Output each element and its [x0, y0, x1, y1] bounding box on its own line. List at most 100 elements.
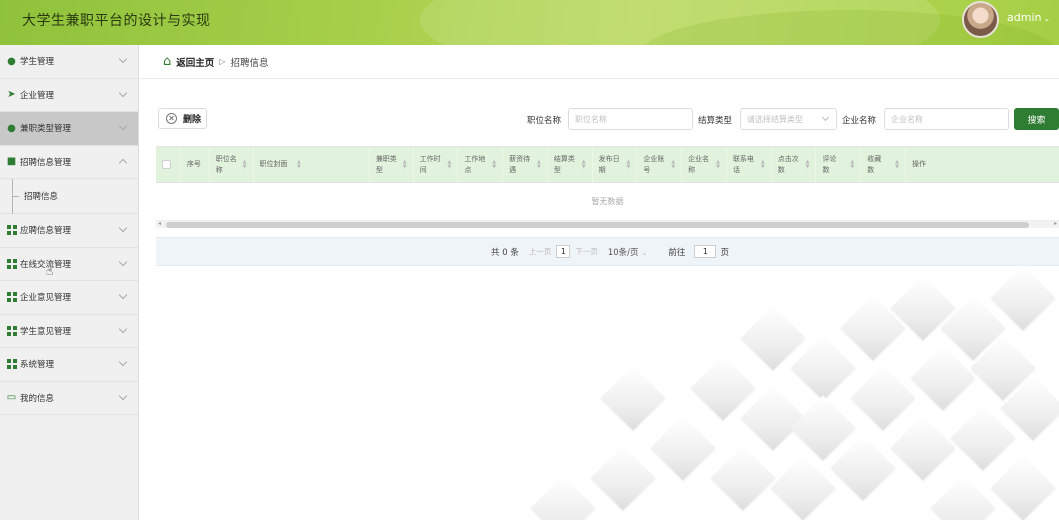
page-size-select[interactable]: 10条/页 ⌄ [608, 246, 648, 258]
paper-plane-icon: ➤ [7, 89, 16, 101]
sidebar-item-job-type[interactable]: ● 兼职类型管理 [0, 112, 138, 146]
job-name-placeholder: 职位名称 [575, 114, 607, 124]
column-header[interactable]: 企业账号 ▲ ▼ [637, 146, 683, 183]
column-header[interactable]: 兼职类型 ▲ ▼ [370, 146, 414, 183]
chevron-down-icon [118, 88, 128, 97]
column-label: 兼职类型 [375, 154, 397, 174]
column-header[interactable]: 工作地点 ▲ ▼ [458, 146, 504, 183]
chevron-down-icon: ⌄ [641, 248, 648, 257]
sidebar-item-recruit[interactable]: ■ 招聘信息管理 [0, 146, 138, 179]
leaf-icon: ● [7, 55, 16, 67]
column-header[interactable]: 联系电话 ▲ ▼ [727, 146, 772, 183]
column-label: 企业名称 [688, 154, 710, 174]
sort-icon[interactable]: ▲ ▼ [761, 159, 765, 170]
pagination-total: 共 0 条 [491, 247, 519, 258]
column-label: 评论数 [822, 154, 837, 174]
sort-icon[interactable]: ▲ ▼ [850, 159, 854, 170]
sidebar-item-system[interactable]: 系统管理 [0, 348, 138, 382]
sidebar-item-application[interactable]: 应聘信息管理 [0, 214, 138, 248]
column-header[interactable]: 企业名称 ▲ ▼ [682, 146, 727, 183]
column-header[interactable]: 发布日期 ▲ ▼ [593, 146, 638, 183]
background-tile [650, 415, 716, 481]
column-label: 结算类型 [553, 154, 575, 174]
page-size-value: 10条/页 [607, 247, 639, 258]
sort-icon[interactable]: ▲ ▼ [895, 159, 899, 170]
chevron-down-icon [118, 357, 128, 367]
column-header[interactable]: 职位名称 ▲ ▼ [210, 146, 254, 183]
scroll-left-icon[interactable]: ◂ [158, 220, 161, 227]
sidebar-subitem-recruit-info[interactable]: 招聘信息 [0, 179, 138, 214]
sort-icon[interactable]: ▲ ▼ [582, 159, 586, 170]
scrollbar-thumb[interactable] [166, 222, 1029, 228]
sidebar-item-student[interactable]: ● 学生管理 [0, 45, 138, 79]
column-header[interactable]: 序号 [181, 146, 210, 183]
column-header[interactable]: 评论数 ▲ ▼ [816, 146, 862, 183]
user-menu[interactable]: admin ⌄ [1007, 11, 1050, 24]
select-all-checkbox[interactable] [162, 160, 171, 169]
breadcrumb-home-link[interactable]: 返回主页 [176, 55, 214, 69]
main-content: ⌂ 返回主页 ▷ 招聘信息 ✕ 删除 职位名称 职位名称 结算类型 请选择结算类… [140, 45, 1059, 520]
home-icon[interactable]: ⌂ [163, 54, 171, 69]
job-name-input[interactable]: 职位名称 [568, 108, 693, 130]
sort-icon[interactable]: ▲ ▼ [492, 159, 496, 170]
chevron-down-icon [118, 290, 128, 300]
column-header[interactable]: 点击次数 ▲ ▼ [772, 146, 817, 183]
sidebar-item-my-info[interactable]: ▭ 我的信息 [0, 382, 138, 415]
sort-icon[interactable]: ▲ ▼ [403, 159, 407, 170]
avatar[interactable] [962, 1, 999, 38]
column-label: 职位名称 [215, 154, 237, 174]
sort-icon[interactable]: ▲ ▼ [243, 159, 247, 170]
scroll-right-icon[interactable]: ▸ [1054, 220, 1057, 227]
search-button[interactable]: 搜索 [1014, 108, 1059, 130]
background-tile [530, 475, 596, 520]
sidebar-item-company-feedback[interactable]: 企业意见管理 [0, 281, 138, 315]
sort-icon[interactable]: ▲ ▼ [447, 159, 451, 170]
background-tile [950, 405, 1016, 471]
search-label: 搜索 [1027, 115, 1046, 126]
column-header[interactable]: 薪资待遇 ▲ ▼ [503, 146, 548, 183]
goto-label: 前往 [668, 247, 686, 258]
sort-icon[interactable]: ▲ ▼ [627, 159, 631, 170]
background-tile [790, 335, 856, 401]
goto-page-input[interactable]: 1 [694, 245, 717, 258]
chevron-down-icon [118, 121, 128, 131]
company-name-input[interactable]: 企业名称 [884, 108, 1009, 130]
column-header[interactable]: 职位封面 ▲ ▼ [254, 146, 370, 183]
sort-icon[interactable]: ▲ ▼ [671, 159, 675, 170]
delete-button[interactable]: ✕ 删除 [158, 108, 207, 129]
column-header[interactable]: 收藏数 ▲ ▼ [861, 146, 906, 183]
sort-icon[interactable]: ▲ ▼ [297, 159, 301, 170]
sidebar-item-label: 兼职类型管理 [20, 124, 72, 135]
sort-icon[interactable]: ▲ ▼ [806, 159, 810, 170]
column-header: 操作 [906, 147, 1059, 183]
column-header[interactable]: 结算类型 ▲ ▼ [548, 146, 593, 183]
sort-icon[interactable]: ▲ ▼ [537, 159, 541, 170]
chevron-down-icon [118, 223, 128, 233]
background-tile [710, 445, 776, 511]
horizontal-scrollbar[interactable]: ◂ ▸ [156, 220, 1059, 228]
select-all-cell [156, 146, 181, 183]
current-page[interactable]: 1 [556, 245, 571, 258]
prev-page-button[interactable]: 上一页 [529, 246, 552, 257]
column-label: 序号 [186, 160, 201, 168]
user-icon: ● [7, 122, 16, 134]
background-tile [590, 445, 656, 511]
sidebar: ● 学生管理 ➤ 企业管理 ● 兼职类型管理 ■ 招聘信息管理 招聘信息 应聘信… [0, 45, 139, 520]
sidebar-item-student-feedback[interactable]: 学生意见管理 [0, 315, 138, 348]
next-page-button[interactable]: 下一页 [575, 246, 598, 257]
grid-icon [6, 292, 17, 303]
settle-type-label: 结算类型 [698, 116, 733, 126]
settle-type-select[interactable]: 请选择结算类型 [740, 108, 837, 130]
company-name-label: 企业名称 [842, 116, 877, 126]
grid-icon [6, 325, 17, 336]
pagination: 共 0 条 上一页 1 下一页 10条/页 ⌄ 前往 1 页 [156, 237, 1059, 266]
sidebar-item-chat[interactable]: 在线交流管理 [0, 248, 138, 281]
sidebar-item-company[interactable]: ➤ 企业管理 [0, 79, 138, 112]
sort-icon[interactable]: ▲ ▼ [716, 159, 720, 170]
background-tile [990, 265, 1056, 331]
chevron-down-icon: ⌄ [1043, 14, 1051, 23]
sidebar-item-label: 招聘信息管理 [20, 157, 72, 168]
background-tile [740, 385, 806, 451]
background-tile [990, 455, 1056, 520]
column-header[interactable]: 工作时间 ▲ ▼ [414, 146, 459, 183]
